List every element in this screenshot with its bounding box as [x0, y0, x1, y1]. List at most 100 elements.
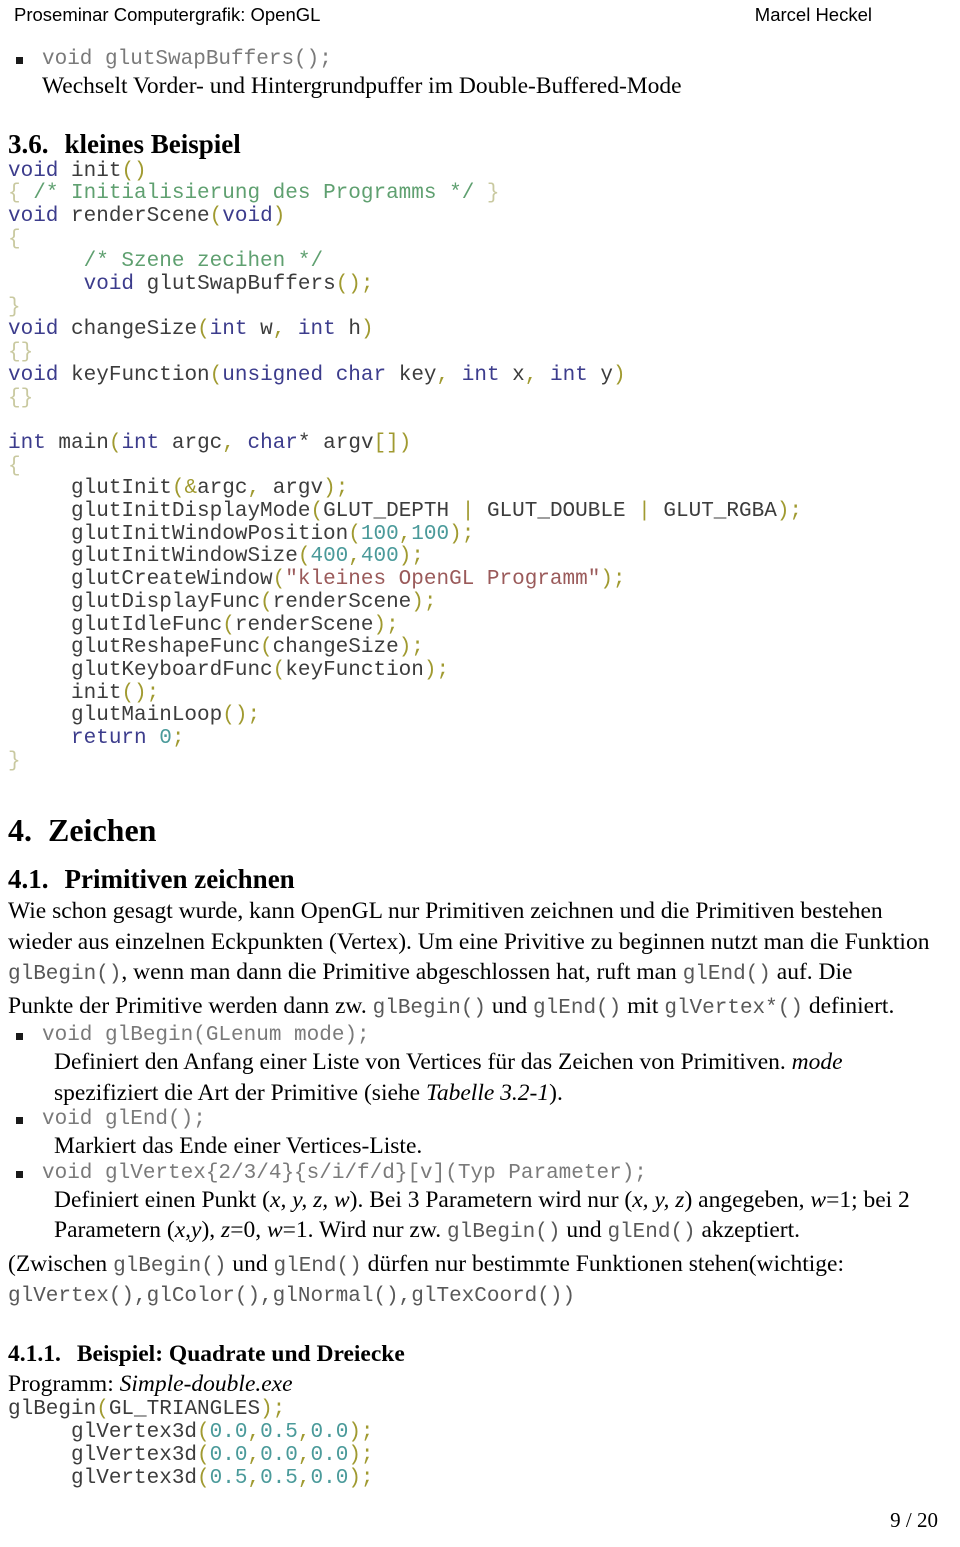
inline-code-glbegin-2: glBegin() [372, 996, 487, 1020]
code-token: , [247, 1421, 261, 1445]
paragraph-primitiven: Wie schon gesagt wurde, kann OpenGL nur … [8, 896, 952, 1024]
code-token: 0.5 [260, 1421, 298, 1445]
code-line: void changeSize(int w, int h) [8, 319, 952, 342]
paragraph-line-4-text-c: mit [621, 992, 665, 1019]
code-token: renderScene [234, 613, 374, 637]
code-line: {} [8, 387, 952, 411]
code-token: {} [8, 341, 34, 365]
code-token: ) [272, 204, 286, 228]
code-token: ); [260, 1398, 286, 1422]
program-label: Programm: [8, 1370, 120, 1397]
code-token: ; [171, 727, 185, 751]
code-token: argc [159, 431, 223, 455]
code-token: void [222, 204, 273, 228]
code-token: init [71, 681, 122, 705]
paragraph-line-1: Wie schon gesagt wurde, kann OpenGL nur … [8, 898, 883, 925]
code-token: glVertex3d [71, 1466, 198, 1490]
desc-italic-xyzw: x, y, z, w [270, 1186, 350, 1213]
code-token: void [8, 204, 59, 228]
code-token: ( [272, 658, 286, 682]
heading-4-1-title: Primitiven zeichnen [64, 864, 295, 895]
page-content: void glutSwapBuffers(); Wechselt Vorder-… [8, 48, 952, 1490]
heading-3-6: 3.6. kleines Beispiel [8, 128, 952, 161]
code-token: } [8, 295, 21, 319]
code-token: } [8, 749, 21, 773]
heading-3-6-title: kleines Beispiel [64, 128, 241, 159]
desc-text-b: spezifiziert die Art der Primitive (sieh… [54, 1079, 426, 1106]
code-token: int [550, 363, 588, 387]
code-token: , [247, 1443, 261, 1467]
code-token: , [222, 431, 235, 455]
paragraph-line-4: Punkte der Primitive werden dann zw. glB… [8, 991, 952, 1025]
code-token: glutIdleFunc [71, 613, 223, 637]
heading-4-1-1-number: 4.1.1. [8, 1340, 61, 1367]
code-token: ( [260, 590, 273, 614]
code-token: | [461, 500, 475, 524]
page-number-footer: 9 / 20 [890, 1508, 938, 1532]
code-token: keyFunction [285, 658, 424, 682]
note-code-function-list: glVertex(),glColor(),glNormal(),glTexCoo… [8, 1285, 576, 1309]
code-token: , [272, 318, 286, 342]
code-token: , [297, 1466, 311, 1490]
bullet-square-icon [16, 57, 23, 64]
code-token: return [71, 727, 147, 751]
heading-3-6-number: 3.6. [8, 128, 49, 159]
code-token: /* Szene zecihen */ [83, 250, 324, 274]
code-line: void keyFunction(unsigned char key, int … [8, 363, 952, 388]
code-line: } [8, 295, 952, 320]
code-line: {} [8, 341, 952, 365]
code-token: 0.5 [260, 1466, 298, 1490]
heading-4-1-1: 4.1.1. Beispiel: Quadrate und Dreiecke [8, 1339, 952, 1369]
code-token: 400 [310, 545, 349, 569]
code-line: } [8, 749, 952, 774]
note-text-c: dürfen nur bestimmte Funktionen stehen(w… [361, 1250, 845, 1277]
code-token: * [297, 431, 311, 455]
code-token: glutMainLoop [71, 704, 223, 728]
code-line: void glutSwapBuffers(); [8, 273, 952, 297]
note-text-b: und [226, 1250, 274, 1277]
code-token: ); [600, 568, 626, 592]
code-token: init [71, 159, 122, 183]
code-token: ( [197, 1443, 210, 1467]
code-token: () [335, 273, 361, 297]
code-token: () [121, 159, 147, 183]
bullet-square-icon [16, 1033, 23, 1041]
bullet-item-glbegin: void glBegin(GLenum mode); Definiert den… [8, 1024, 952, 1108]
code-token: ); [348, 1421, 374, 1445]
code-token: ); [373, 613, 399, 637]
code-token: keyFunction [71, 363, 210, 387]
inline-code-glend-3: glEnd() [607, 1221, 696, 1245]
desc-text-a: Definiert einen Punkt ( [54, 1186, 271, 1213]
code-token: , [247, 1466, 261, 1490]
code-token: glutDisplayFunc [71, 590, 261, 614]
code-token: glutSwapBuffers [146, 273, 336, 297]
code-token: 0.0 [209, 1443, 248, 1467]
code-token: ); [411, 590, 437, 614]
code-token: ( [310, 500, 324, 524]
code-line: glutKeyboardFunc(keyFunction); [8, 658, 952, 683]
code-token: h [335, 318, 361, 342]
code-token: (); [121, 681, 160, 705]
code-token: glutInitWindowSize [71, 545, 298, 569]
desc-text-c: ) angegeben, [684, 1186, 811, 1213]
code-token: } [486, 182, 500, 206]
code-token: void [8, 318, 59, 342]
code-token: ( [108, 431, 122, 455]
code-token: 0 [159, 727, 172, 751]
code-line: glutDisplayFunc(renderScene); [8, 590, 952, 615]
code-line: int main(int argc, char* argv[]) [8, 431, 952, 456]
code-token: int [8, 431, 46, 455]
vd-text-b: ), [201, 1217, 222, 1244]
code-token: char [335, 363, 387, 387]
vd-italic-w: w [266, 1217, 283, 1244]
